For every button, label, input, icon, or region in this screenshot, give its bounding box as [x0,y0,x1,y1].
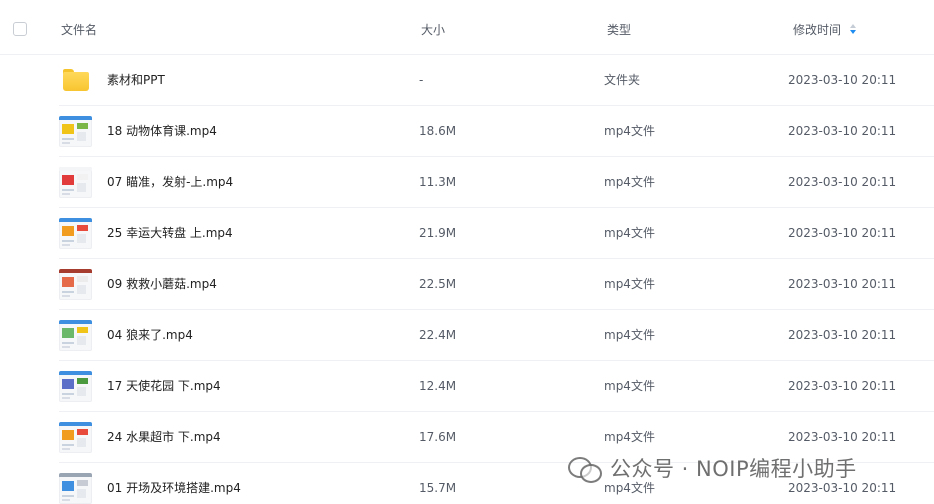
file-size: 21.9M [419,226,457,240]
file-mtime: 2023-03-10 20:11 [788,430,897,444]
file-type: mp4文件 [604,379,655,393]
file-size: 12.4M [419,379,457,393]
file-type: mp4文件 [604,328,655,342]
file-mtime: 2023-03-10 20:11 [788,124,897,138]
watermark: 公众号 · NOIP编程小助手 [566,453,857,483]
file-mtime: 2023-03-10 20:11 [788,328,897,342]
file-name[interactable]: 素材和PPT [107,72,165,88]
file-size: 11.3M [419,175,457,189]
file-row[interactable]: 04 狼来了.mp4 22.4M mp4文件 2023-03-10 20:11 [0,310,934,361]
file-name[interactable]: 07 瞄准，发射-上.mp4 [107,174,233,190]
file-row[interactable]: 07 瞄准，发射-上.mp4 11.3M mp4文件 2023-03-10 20:11 [0,157,934,208]
file-mtime: 2023-03-10 20:11 [788,226,897,240]
file-name[interactable]: 24 水果超市 下.mp4 [107,429,221,445]
file-name[interactable]: 25 幸运大转盘 上.mp4 [107,225,233,241]
file-row[interactable]: 17 天使花园 下.mp4 12.4M mp4文件 2023-03-10 20:11 [0,361,934,412]
file-mtime: 2023-03-10 20:11 [788,277,897,291]
file-name[interactable]: 01 开场及环境搭建.mp4 [107,480,241,496]
file-type: mp4文件 [604,430,655,444]
file-row[interactable]: 18 动物体育课.mp4 18.6M mp4文件 2023-03-10 20:11 [0,106,934,157]
file-list-page: 文件名 大小 类型 修改时间 素材和PPT - 文件夹 2023-03-10 20:1… [0,0,934,504]
file-name[interactable]: 18 动物体育课.mp4 [107,123,217,139]
video-thumbnail-icon [59,167,92,198]
sort-desc-icon[interactable] [849,24,857,36]
file-size: 22.5M [419,277,457,291]
file-name[interactable]: 04 狼来了.mp4 [107,327,193,343]
file-row[interactable]: 25 幸运大转盘 上.mp4 21.9M mp4文件 2023-03-10 20:11 [0,208,934,259]
table-header: 文件名 大小 类型 修改时间 [0,0,934,55]
file-size: 15.7M [419,481,457,495]
header-type[interactable]: 类型 [607,22,631,38]
file-type: 文件夹 [604,73,641,87]
file-size: 17.6M [419,430,457,444]
watermark-text: 公众号 · NOIP编程小助手 [610,457,857,481]
file-name[interactable]: 09 救救小蘑菇.mp4 [107,276,217,292]
video-thumbnail-icon [59,422,92,453]
file-size: 18.6M [419,124,457,138]
file-rows: 素材和PPT - 文件夹 2023-03-10 20:11 18 动物体育课.mp4 18… [0,55,934,504]
select-all-checkbox[interactable] [13,22,27,36]
file-row[interactable]: 素材和PPT - 文件夹 2023-03-10 20:11 [0,55,934,106]
file-size: - [419,73,424,87]
video-thumbnail-icon [59,269,92,300]
file-type: mp4文件 [604,124,655,138]
file-size: 22.4M [419,328,457,342]
folder-icon [63,69,89,91]
file-type: mp4文件 [604,175,655,189]
video-thumbnail-icon [59,371,92,402]
header-size[interactable]: 大小 [421,22,445,38]
header-mtime[interactable]: 修改时间 [793,22,841,38]
video-thumbnail-icon [59,218,92,249]
file-mtime: 2023-03-10 20:11 [788,73,897,87]
file-name[interactable]: 17 天使花园 下.mp4 [107,378,221,394]
video-thumbnail-icon [59,116,92,147]
video-thumbnail-icon [59,473,92,504]
file-row[interactable]: 09 救救小蘑菇.mp4 22.5M mp4文件 2023-03-10 20:11 [0,259,934,310]
file-type: mp4文件 [604,277,655,291]
file-mtime: 2023-03-10 20:11 [788,175,897,189]
file-mtime: 2023-03-10 20:11 [788,379,897,393]
video-thumbnail-icon [59,320,92,351]
file-type: mp4文件 [604,226,655,240]
wechat-icon [566,454,602,483]
header-name[interactable]: 文件名 [61,22,97,38]
